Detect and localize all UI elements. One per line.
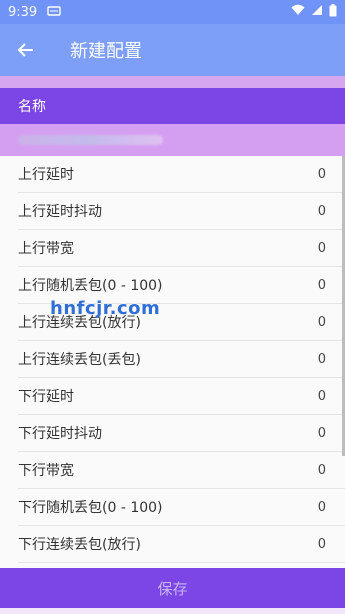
name-section-header: 名称	[0, 88, 345, 124]
setting-label: 上行延时	[18, 167, 74, 183]
status-bar: 9:39	[0, 0, 345, 24]
setting-value: 0	[317, 536, 326, 552]
setting-row-downlink-burst-pass[interactable]: 下行连续丢包(放行) 0	[18, 526, 345, 563]
arrow-left-icon[interactable]	[0, 24, 52, 76]
setting-value: 0	[317, 240, 326, 256]
setting-value: 0	[317, 314, 326, 330]
setting-label: 上行延时抖动	[18, 204, 102, 220]
setting-label: 下行延时	[18, 389, 74, 405]
wifi-icon	[291, 4, 305, 20]
divider	[0, 76, 345, 88]
cast-icon	[47, 5, 61, 20]
setting-value: 0	[317, 388, 326, 404]
battery-icon	[329, 3, 337, 21]
setting-value: 0	[317, 425, 326, 441]
setting-row-downlink-delay-jitter[interactable]: 下行延时抖动 0	[18, 415, 345, 452]
setting-row-downlink-delay[interactable]: 下行延时 0	[18, 378, 345, 415]
settings-list: 上行延时 0 上行延时抖动 0 上行带宽 0 上行随机丢包(0 - 100) 0 上行连…	[0, 156, 345, 568]
setting-label: 上行带宽	[18, 241, 74, 257]
name-label: 名称	[18, 99, 46, 115]
setting-value: 0	[317, 351, 326, 367]
setting-value: 0	[317, 166, 326, 182]
setting-row-uplink-bandwidth[interactable]: 上行带宽 0	[18, 230, 345, 267]
page-title: 新建配置	[70, 41, 142, 62]
setting-row-uplink-delay[interactable]: 上行延时 0	[18, 156, 345, 193]
name-field[interactable]	[0, 124, 345, 156]
signal-icon	[311, 4, 323, 20]
setting-label: 下行随机丢包(0 - 100)	[18, 500, 163, 516]
setting-label: 上行随机丢包(0 - 100)	[18, 278, 163, 294]
name-value-obscured	[18, 135, 163, 145]
setting-label: 下行带宽	[18, 463, 74, 479]
setting-label: 上行连续丢包(丢包)	[18, 352, 141, 368]
status-time: 9:39	[8, 4, 38, 20]
save-button[interactable]: 保存	[0, 568, 345, 608]
setting-row-downlink-bandwidth[interactable]: 下行带宽 0	[18, 452, 345, 489]
setting-row-uplink-delay-jitter[interactable]: 上行延时抖动 0	[18, 193, 345, 230]
setting-row-uplink-burst-drop[interactable]: 上行连续丢包(丢包) 0	[18, 341, 345, 378]
setting-row-downlink-random-loss[interactable]: 下行随机丢包(0 - 100) 0	[18, 489, 345, 526]
bottom-divider	[0, 608, 345, 614]
setting-value: 0	[317, 203, 326, 219]
setting-label: 下行延时抖动	[18, 426, 102, 442]
setting-value: 0	[317, 462, 326, 478]
watermark: hnfcjr.com	[50, 298, 161, 319]
setting-value: 0	[317, 277, 326, 293]
app-bar: 新建配置	[0, 24, 345, 76]
setting-value: 0	[317, 499, 326, 515]
setting-label: 下行连续丢包(放行)	[18, 537, 141, 553]
